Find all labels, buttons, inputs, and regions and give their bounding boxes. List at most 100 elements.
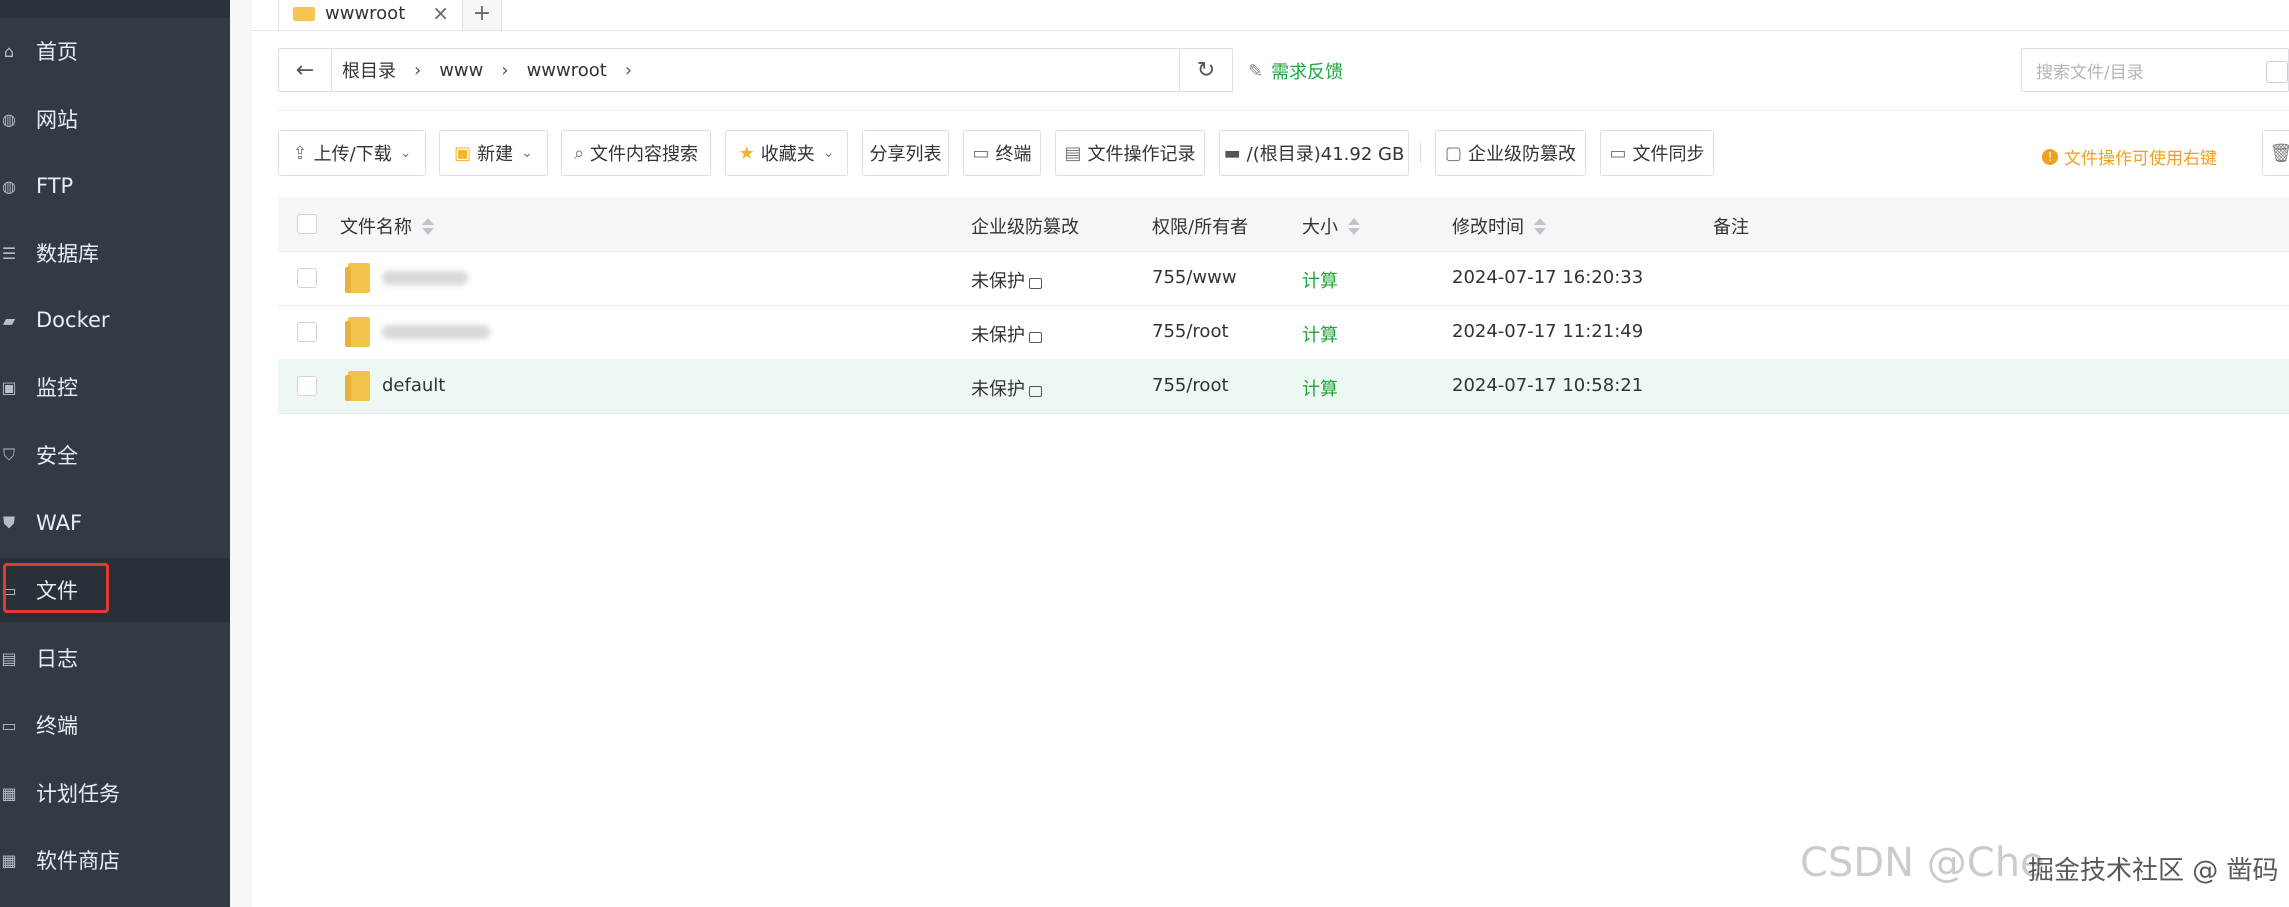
sidebar-item-monitor[interactable]: ▣ 监控 (0, 355, 230, 419)
divider (278, 110, 2289, 111)
permission-cell[interactable]: 755/root (1152, 375, 1229, 396)
sort-icon[interactable] (1348, 217, 1360, 235)
new-button[interactable]: ▣ 新建 ⌄ (439, 130, 548, 176)
upload-icon: ⇪ (292, 142, 308, 164)
back-arrow-icon[interactable]: ← (279, 49, 332, 91)
home-icon: ⌂ (3, 41, 15, 61)
sidebar-item-terminal[interactable]: ▭ 终端 (0, 693, 230, 757)
calculate-size-link[interactable]: 计算 (1302, 321, 1338, 347)
tamper-status[interactable]: 未保护 (971, 375, 1042, 401)
content-gutter (230, 0, 252, 907)
add-tab-button[interactable]: + (462, 0, 502, 30)
sort-icon[interactable] (422, 217, 434, 235)
sync-folder-icon: ▭ (1609, 142, 1627, 164)
upload-download-button[interactable]: ⇪ 上传/下载 ⌄ (278, 130, 426, 176)
row-checkbox[interactable] (297, 376, 317, 396)
tamper-status-label: 未保护 (971, 325, 1025, 346)
unlock-icon (1029, 332, 1042, 343)
sidebar-item-database[interactable]: ☰ 数据库 (0, 221, 230, 285)
content-search-button[interactable]: ⌕ 文件内容搜索 (561, 130, 711, 176)
path-input[interactable] (640, 49, 1232, 91)
path-bar: ← 根目录 › www › wwwroot › ↻ (278, 48, 1233, 92)
column-mtime[interactable]: 修改时间 (1452, 213, 1546, 239)
folder-name[interactable]: default (382, 375, 445, 396)
column-tamper: 企业级防篡改 (971, 213, 1079, 239)
sidebar-item-label: 安全 (36, 444, 78, 468)
search-input[interactable]: 搜索文件/目录 (2021, 48, 2289, 92)
tamper-proof-button[interactable]: ▢ 企业级防篡改 (1435, 130, 1586, 176)
terminal-icon: ▭ (972, 142, 990, 164)
tamper-status[interactable]: 未保护 (971, 267, 1042, 293)
document-icon: ▤ (1064, 142, 1082, 164)
column-label: 修改时间 (1452, 217, 1524, 238)
calculate-size-link[interactable]: 计算 (1302, 375, 1338, 401)
tab-wwwroot[interactable]: wwwroot × (278, 0, 464, 30)
sidebar-item-logs[interactable]: ▤ 日志 (0, 626, 230, 690)
table-row[interactable]: 未保护 755/root 计算 2024-07-17 11:21:49 (278, 305, 2289, 360)
tamper-status-label: 未保护 (971, 379, 1025, 400)
sidebar-top-strip (0, 0, 230, 18)
docker-icon: ▰ (2, 310, 16, 330)
sort-icon[interactable] (1534, 217, 1546, 235)
sidebar-item-label: 软件商店 (36, 849, 120, 873)
file-sync-label: 文件同步 (1632, 144, 1705, 165)
favorites-button[interactable]: ★ 收藏夹 ⌄ (725, 130, 848, 176)
permission-cell[interactable]: 755/www (1152, 267, 1237, 288)
feedback-link[interactable]: ✎ 需求反馈 (1248, 58, 1343, 84)
sidebar-item-label: 首页 (36, 40, 78, 64)
breadcrumb-wwwroot[interactable]: wwwroot › (527, 60, 640, 81)
chevron-down-icon: ⌄ (822, 145, 835, 161)
feedback-label: 需求反馈 (1271, 62, 1344, 83)
file-sync-button[interactable]: ▭ 文件同步 (1600, 130, 1714, 176)
breadcrumb-root[interactable]: 根目录 › (342, 57, 429, 83)
terminal-button[interactable]: ▭ 终端 (963, 130, 1041, 176)
new-label: 新建 (477, 144, 514, 165)
row-checkbox[interactable] (297, 322, 317, 342)
toolbar-divider (1420, 143, 1421, 163)
shield-icon: ⛉ (2, 445, 15, 464)
file-manager: wwwroot × + ← 根目录 › www › wwwroot › ↻ ✎ … (252, 0, 2289, 907)
tamper-status[interactable]: 未保护 (971, 321, 1042, 347)
share-list-button[interactable]: 分享列表 (862, 130, 949, 176)
redacted-folder-name[interactable] (382, 325, 490, 339)
permission-cell[interactable]: 755/root (1152, 321, 1229, 342)
column-size[interactable]: 大小 (1302, 213, 1360, 239)
breadcrumb-www[interactable]: www › (439, 60, 516, 81)
unlock-icon (1029, 386, 1042, 397)
operation-log-label: 文件操作记录 (1087, 144, 1196, 165)
sidebar-item-waf[interactable]: ⛊ WAF (0, 491, 230, 555)
select-all-checkbox[interactable] (297, 214, 317, 234)
redacted-folder-name[interactable] (382, 271, 468, 285)
sidebar-item-label: 监控 (36, 376, 78, 400)
recycle-bin-button[interactable]: 🗑 (2262, 130, 2289, 176)
refresh-icon[interactable]: ↻ (1179, 49, 1232, 91)
sidebar-item-home[interactable]: ⌂ 首页 (0, 19, 230, 83)
waf-shield-icon: ⛊ (2, 513, 15, 532)
sidebar-item-store[interactable]: ▦ 软件商店 (0, 828, 230, 892)
sidebar-item-label: 网站 (36, 108, 78, 132)
calendar-icon: ▦ (1, 783, 17, 803)
sidebar-item-cron[interactable]: ▦ 计划任务 (0, 761, 230, 825)
sidebar-item-ftp[interactable]: ◍ FTP (0, 154, 230, 218)
sidebar-item-label: Docker (36, 308, 110, 332)
calculate-size-link[interactable]: 计算 (1302, 267, 1338, 293)
disk-button[interactable]: ▬ /(根目录)41.92 GB (1219, 130, 1409, 176)
column-label: 权限/所有者 (1152, 217, 1249, 238)
mtime-cell: 2024-07-17 16:20:33 (1452, 267, 1644, 288)
table-row[interactable]: 未保护 755/www 计算 2024-07-17 16:20:33 (278, 251, 2289, 306)
sidebar-item-label: 数据库 (36, 242, 99, 266)
close-icon[interactable]: × (432, 1, 449, 25)
sidebar-item-docker[interactable]: ▰ Docker (0, 288, 230, 352)
sidebar-item-website[interactable]: ◍ 网站 (0, 87, 230, 151)
row-checkbox[interactable] (297, 268, 317, 288)
column-name[interactable]: 文件名称 (340, 213, 434, 239)
chevron-right-icon: › (501, 59, 509, 81)
content-search-label: 文件内容搜索 (590, 144, 699, 165)
table-row[interactable]: default 未保护 755/root 计算 2024-07-17 10:58… (278, 359, 2289, 414)
tamper-proof-label: 企业级防篡改 (1468, 144, 1576, 165)
operation-log-button[interactable]: ▤ 文件操作记录 (1055, 130, 1205, 176)
search-checkbox[interactable] (2266, 61, 2288, 83)
column-note: 备注 (1713, 213, 1749, 239)
upload-label: 上传/下载 (313, 144, 392, 165)
sidebar-item-security[interactable]: ⛉ 安全 (0, 423, 230, 487)
